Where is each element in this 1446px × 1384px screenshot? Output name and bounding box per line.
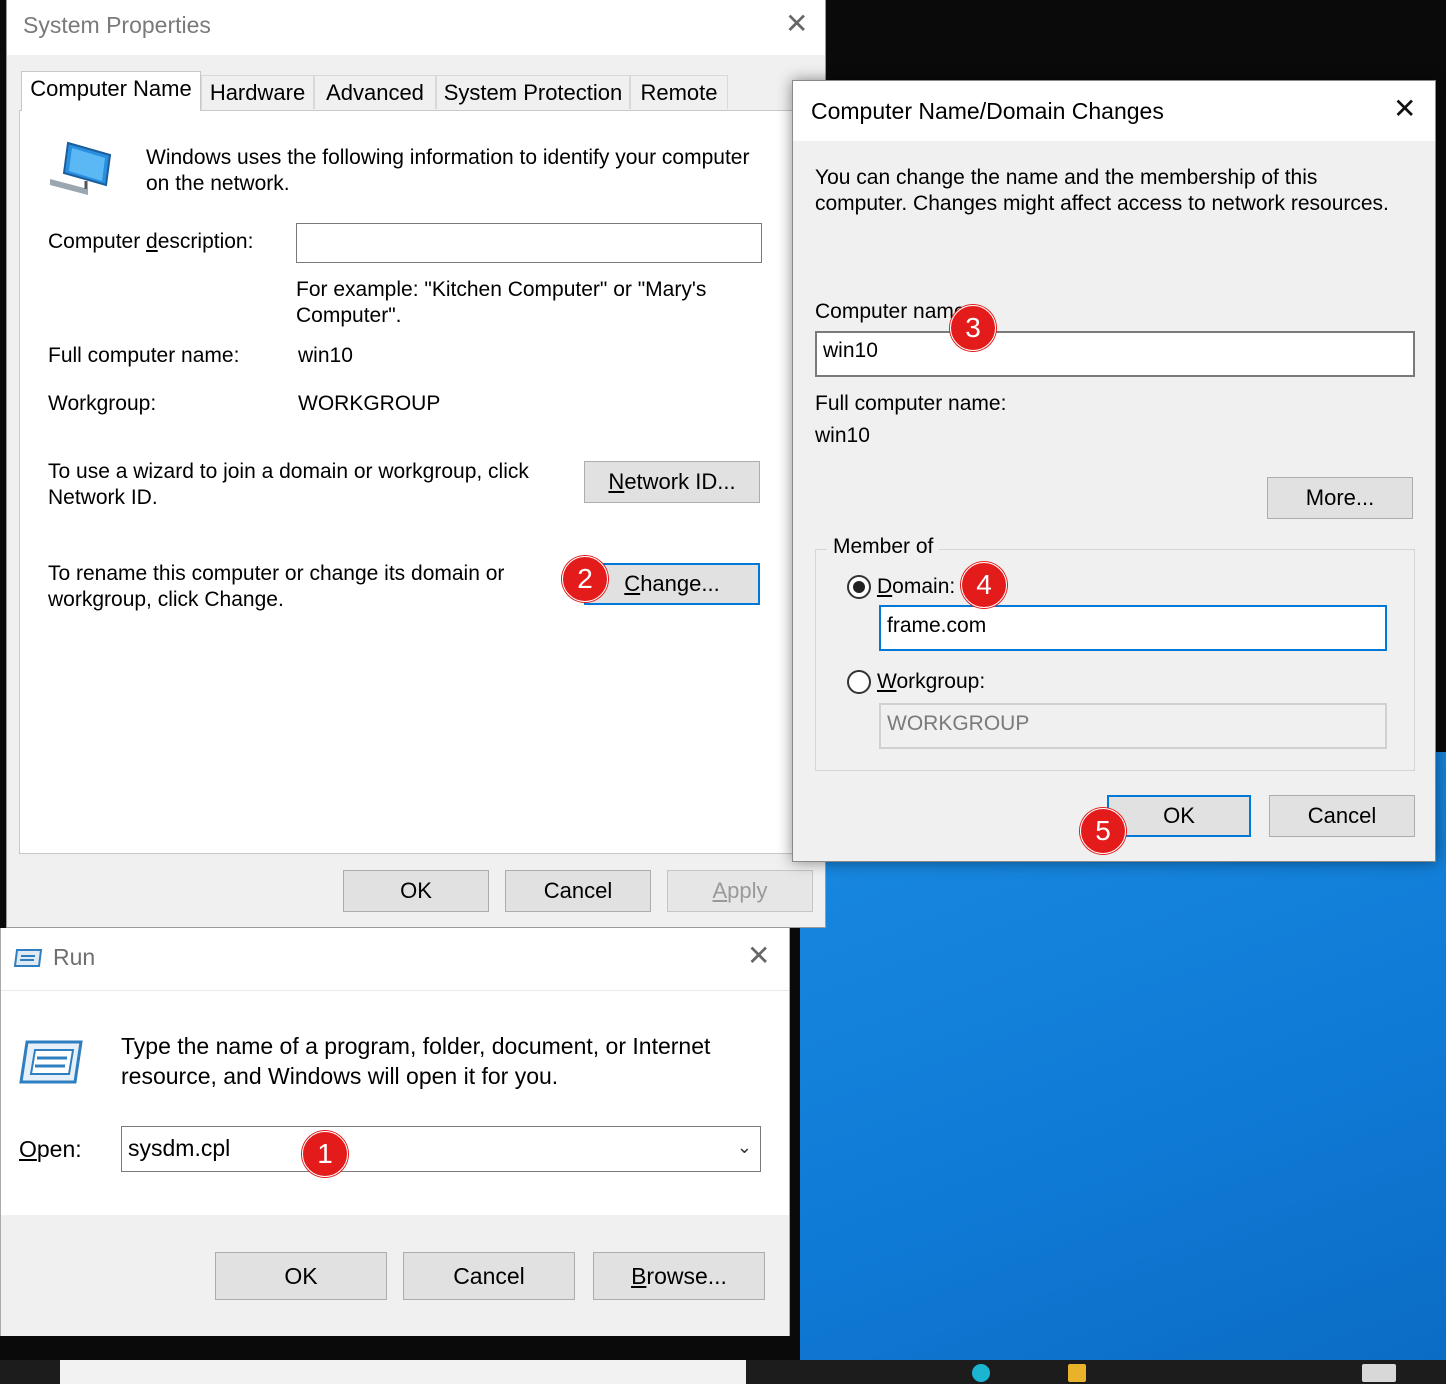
domain-ok-button[interactable]: OK [1107, 795, 1251, 837]
apply-button[interactable]: Apply [667, 870, 813, 912]
step-badge-1: 1 [302, 1131, 348, 1177]
computer-description-label: Computer description: [48, 230, 254, 253]
title-bar: System Properties ✕ [7, 0, 825, 55]
change-button[interactable]: Change... [584, 563, 760, 605]
tab-remote[interactable]: Remote [630, 75, 728, 109]
workgroup-input[interactable]: WORKGROUP [879, 703, 1387, 749]
step-badge-3: 3 [950, 305, 996, 351]
tab-hardware[interactable]: Hardware [201, 75, 314, 109]
change-hint: To rename this computer or change its do… [48, 562, 505, 611]
member-of-label: Member of [827, 535, 940, 559]
step-badge-4: 4 [961, 562, 1007, 608]
close-icon[interactable]: ✕ [785, 10, 808, 38]
step-badge-2: 2 [562, 556, 608, 602]
full-computer-name-label: Full computer name: [48, 344, 240, 367]
open-label: Open: [19, 1136, 82, 1162]
domain-radio[interactable] [847, 575, 871, 599]
workgroup-value: WORKGROUP [298, 392, 441, 415]
run-icon [13, 949, 43, 967]
step-badge-5: 5 [1080, 808, 1126, 854]
title-bar: Run ✕ [1, 928, 789, 991]
close-icon[interactable]: ✕ [747, 942, 770, 970]
workgroup-label: Workgroup: [48, 392, 157, 415]
domain-input[interactable]: frame.com [879, 605, 1387, 651]
cancel-button[interactable]: Cancel [505, 870, 651, 912]
intro-text: You can change the name and the membersh… [815, 166, 1389, 215]
computer-monitor-icon [50, 141, 112, 195]
run-app-icon [19, 1040, 83, 1084]
example-text: For example: "Kitchen Computer" or "Mary… [296, 278, 707, 327]
close-icon[interactable]: ✕ [1393, 95, 1416, 123]
taskbar-search-box[interactable] [60, 1360, 746, 1384]
full-computer-name-label: Full computer name: [815, 392, 1007, 415]
system-properties-window: System Properties ✕ Computer Name Hardwa… [6, 0, 826, 928]
more-button[interactable]: More... [1267, 477, 1413, 519]
window-title: System Properties [23, 12, 211, 38]
domain-cancel-button[interactable]: Cancel [1269, 795, 1415, 837]
taskbar [0, 1360, 1446, 1384]
taskbar-folder-icon[interactable] [1068, 1364, 1086, 1382]
computer-name-panel: Windows uses the following information t… [19, 110, 805, 854]
intro-text: Windows uses the following information t… [146, 146, 750, 195]
window-title: Computer Name/Domain Changes [811, 98, 1164, 124]
tab-computer-name[interactable]: Computer Name [21, 71, 201, 111]
full-computer-name-value: win10 [298, 344, 353, 367]
workgroup-radio[interactable] [847, 670, 871, 694]
computer-name-domain-changes-dialog: Computer Name/Domain Changes ✕ You can c… [792, 80, 1436, 862]
network-id-button[interactable]: Network ID... [584, 461, 760, 503]
domain-label: Domain: [877, 575, 956, 598]
browse-button[interactable]: Browse... [593, 1252, 765, 1300]
run-dialog: Run ✕ Type the name of a program, folder… [0, 928, 790, 1336]
run-prompt: Type the name of a program, folder, docu… [121, 1033, 711, 1089]
chevron-down-icon[interactable]: ⌄ [737, 1126, 752, 1168]
computer-name-input[interactable]: win10 [815, 331, 1415, 377]
open-combobox[interactable]: sysdm.cpl ⌄ [121, 1126, 761, 1172]
taskbar-app-icon[interactable] [972, 1364, 990, 1382]
workgroup-label: Workgroup: [877, 670, 986, 693]
open-input-value[interactable]: sysdm.cpl [128, 1135, 230, 1161]
computer-description-input[interactable] [296, 223, 762, 263]
window-title: Run [53, 944, 96, 970]
network-id-hint: To use a wizard to join a domain or work… [48, 460, 529, 509]
run-ok-button[interactable]: OK [215, 1252, 387, 1300]
run-cancel-button[interactable]: Cancel [403, 1252, 575, 1300]
ok-button[interactable]: OK [343, 870, 489, 912]
title-bar: Computer Name/Domain Changes ✕ [793, 81, 1435, 141]
taskbar-tray-icon[interactable] [1362, 1364, 1396, 1382]
computer-name-label: Computer name: [815, 300, 972, 323]
full-computer-name-value: win10 [815, 424, 870, 447]
tab-system-protection[interactable]: System Protection [436, 75, 630, 109]
tab-advanced[interactable]: Advanced [314, 75, 436, 109]
